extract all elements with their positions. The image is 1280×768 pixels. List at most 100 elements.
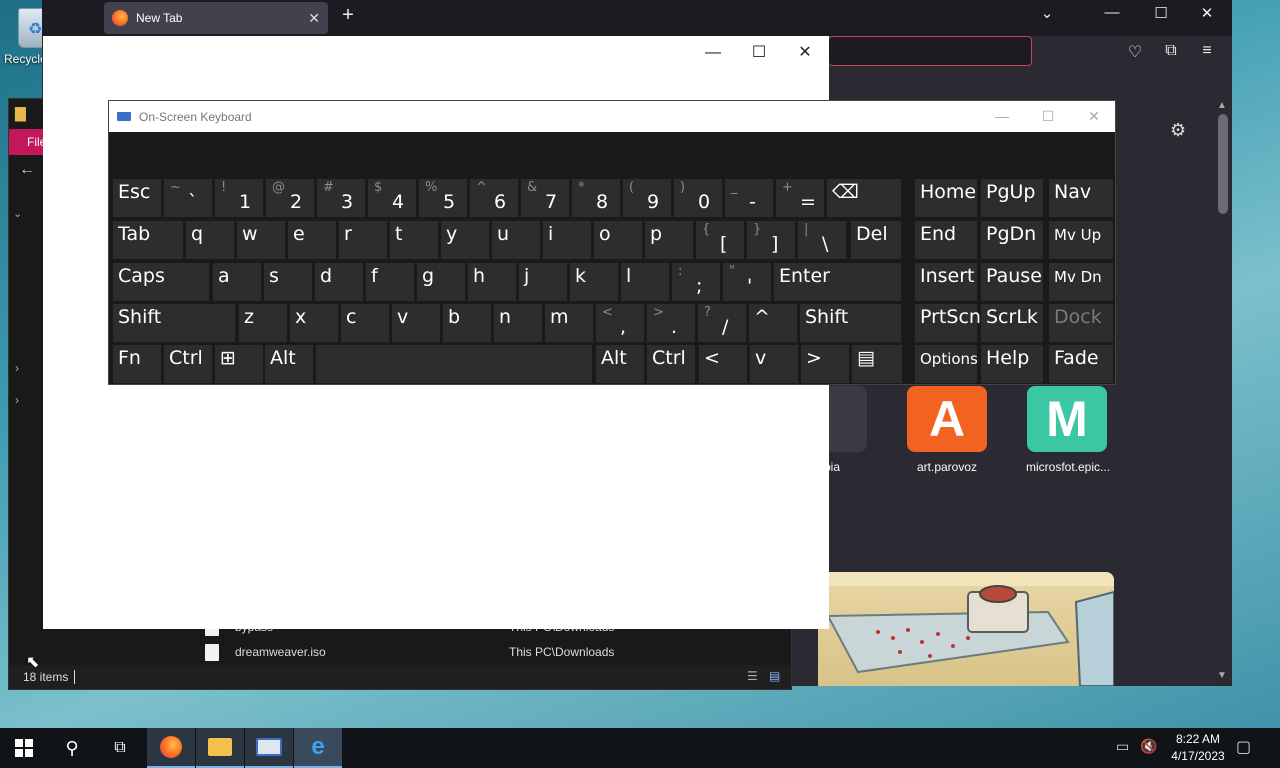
osk-key[interactable]: n xyxy=(494,304,542,342)
osk-key[interactable]: p xyxy=(645,221,693,259)
osk-key[interactable]: Fade xyxy=(1049,345,1113,383)
osk-key[interactable]: & 7 xyxy=(521,179,569,217)
osk-key[interactable]: (9 xyxy=(623,179,671,217)
osk-key[interactable]: q xyxy=(186,221,234,259)
osk-key[interactable]: g xyxy=(417,263,465,301)
osk-key[interactable]: ⌫ xyxy=(827,179,901,217)
new-tab-button[interactable]: + xyxy=(336,4,360,32)
osk-key[interactable]: ⊞ xyxy=(215,345,263,383)
osk-key[interactable]: t xyxy=(390,221,438,259)
osk-key[interactable]: b xyxy=(443,304,491,342)
osk-key[interactable]: d xyxy=(315,263,363,301)
osk-key[interactable]: v xyxy=(750,345,798,383)
osk-key[interactable]: :; xyxy=(672,263,720,301)
pocket-story-card-image[interactable] xyxy=(818,572,1114,686)
maximize-icon[interactable]: ☐ xyxy=(1146,4,1176,22)
nav-expand-icon[interactable]: ⌄ xyxy=(13,207,22,220)
close-window-icon[interactable]: ✕ xyxy=(1192,4,1222,22)
osk-key[interactable]: r xyxy=(339,221,387,259)
osk-key[interactable]: PrtScn xyxy=(915,304,981,342)
osk-key[interactable]: f xyxy=(366,263,414,301)
url-bar[interactable] xyxy=(828,36,1032,66)
osk-key[interactable]: Nav xyxy=(1049,179,1113,217)
internet-explorer-icon[interactable]: e xyxy=(294,728,342,768)
osk-key[interactable]: Insert xyxy=(915,263,977,301)
osk-key[interactable]: }] xyxy=(747,221,795,259)
osk-key[interactable]: k xyxy=(570,263,618,301)
osk-key[interactable]: | \ xyxy=(798,221,846,259)
minimize-icon[interactable]: — xyxy=(1097,4,1127,21)
network-icon[interactable]: ▭ xyxy=(1116,738,1129,755)
settings-gear-icon[interactable]: ⚙ xyxy=(1170,120,1186,141)
task-view-icon[interactable]: ⧉ xyxy=(96,728,144,768)
osk-key[interactable]: ^ 6 xyxy=(470,179,518,217)
osk-key[interactable]: y xyxy=(441,221,489,259)
search-icon[interactable]: ⚲ xyxy=(48,728,96,768)
osk-key[interactable]: Tab xyxy=(113,221,183,259)
nav-chevron-icon[interactable]: › xyxy=(15,361,19,375)
osk-key[interactable]: c xyxy=(341,304,389,342)
clock[interactable]: 8:22 AM 4/17/2023 xyxy=(1160,731,1236,765)
osk-key[interactable]: ScrLk xyxy=(981,304,1043,342)
maximize-icon[interactable]: ☐ xyxy=(737,40,781,66)
osk-key[interactable]: Del xyxy=(851,221,901,259)
osk-key[interactable]: PgDn xyxy=(981,221,1043,259)
osk-key[interactable]: End xyxy=(915,221,977,259)
osk-key[interactable]: #3 xyxy=(317,179,365,217)
shortcut-tile-art-parovoz[interactable]: A art.parovoz xyxy=(906,386,988,474)
osk-key[interactable]: u xyxy=(492,221,540,259)
osk-key[interactable]: z xyxy=(239,304,287,342)
osk-key[interactable]: $4 xyxy=(368,179,416,217)
large-icons-view-icon[interactable]: ▤ xyxy=(769,669,780,683)
tab-close-icon[interactable]: ✕ xyxy=(308,10,320,27)
osk-key[interactable]: ~ ` xyxy=(164,179,212,217)
osk-key[interactable]: x xyxy=(290,304,338,342)
osk-key[interactable]: Home xyxy=(915,179,977,217)
osk-key[interactable]: Shift xyxy=(113,304,235,342)
osk-key[interactable]: Options xyxy=(915,345,978,383)
osk-key[interactable]: Dock xyxy=(1049,304,1113,342)
list-item[interactable]: dreamweaver.iso This PC\Downloads xyxy=(205,640,791,664)
osk-key[interactable]: ^ xyxy=(749,304,797,342)
osk-key[interactable]: Mv Up xyxy=(1049,221,1113,259)
osk-key[interactable]: {[ xyxy=(696,221,744,259)
osk-key[interactable]: Ctrl xyxy=(164,345,212,383)
osk-key[interactable]: Help xyxy=(981,345,1043,383)
osk-key[interactable]: Enter xyxy=(774,263,901,301)
osk-key[interactable]: + = xyxy=(776,179,824,217)
osk-key[interactable]: % 5 xyxy=(419,179,467,217)
list-tabs-icon[interactable]: ⌄ xyxy=(1032,4,1062,22)
osk-key[interactable]: < xyxy=(699,345,747,383)
osk-key[interactable]: j xyxy=(519,263,567,301)
notifications-icon[interactable]: ▢ xyxy=(1236,737,1251,757)
menu-icon[interactable]: ≡ xyxy=(1196,42,1218,60)
osk-key[interactable]: Fn xyxy=(113,345,161,383)
osk-key[interactable]: a xyxy=(213,263,261,301)
close-window-icon[interactable]: ✕ xyxy=(783,40,827,66)
osk-key[interactable]: ▤ xyxy=(852,345,902,383)
osk-key[interactable]: > xyxy=(801,345,849,383)
osk-taskbar-button[interactable] xyxy=(245,728,293,768)
shortcut-tile-microsfot[interactable]: M microsfot.epic... xyxy=(1026,386,1110,474)
osk-key[interactable]: e xyxy=(288,221,336,259)
osk-key[interactable]: Ctrl xyxy=(647,345,695,383)
osk-key[interactable]: ? / xyxy=(698,304,746,342)
osk-key[interactable]: ! 1 xyxy=(215,179,263,217)
details-view-icon[interactable]: ☰ xyxy=(747,669,758,683)
pocket-icon[interactable]: ♡ xyxy=(1124,42,1146,62)
osk-key[interactable]: " ' xyxy=(723,263,771,301)
osk-key[interactable]: l xyxy=(621,263,669,301)
file-explorer-taskbar-button[interactable] xyxy=(196,728,244,768)
osk-key[interactable]: <, xyxy=(596,304,644,342)
osk-key[interactable]: i xyxy=(543,221,591,259)
osk-key[interactable]: >. xyxy=(647,304,695,342)
osk-key[interactable] xyxy=(316,345,592,383)
osk-key[interactable]: w xyxy=(237,221,285,259)
osk-key[interactable]: Caps xyxy=(113,263,209,301)
osk-key[interactable]: @2 xyxy=(266,179,314,217)
nav-chevron-icon[interactable]: › xyxy=(15,393,19,407)
extensions-icon[interactable]: ⧉ xyxy=(1160,42,1182,60)
osk-key[interactable]: v xyxy=(392,304,440,342)
osk-key[interactable]: Alt xyxy=(596,345,644,383)
osk-key[interactable]: Pause xyxy=(981,263,1043,301)
